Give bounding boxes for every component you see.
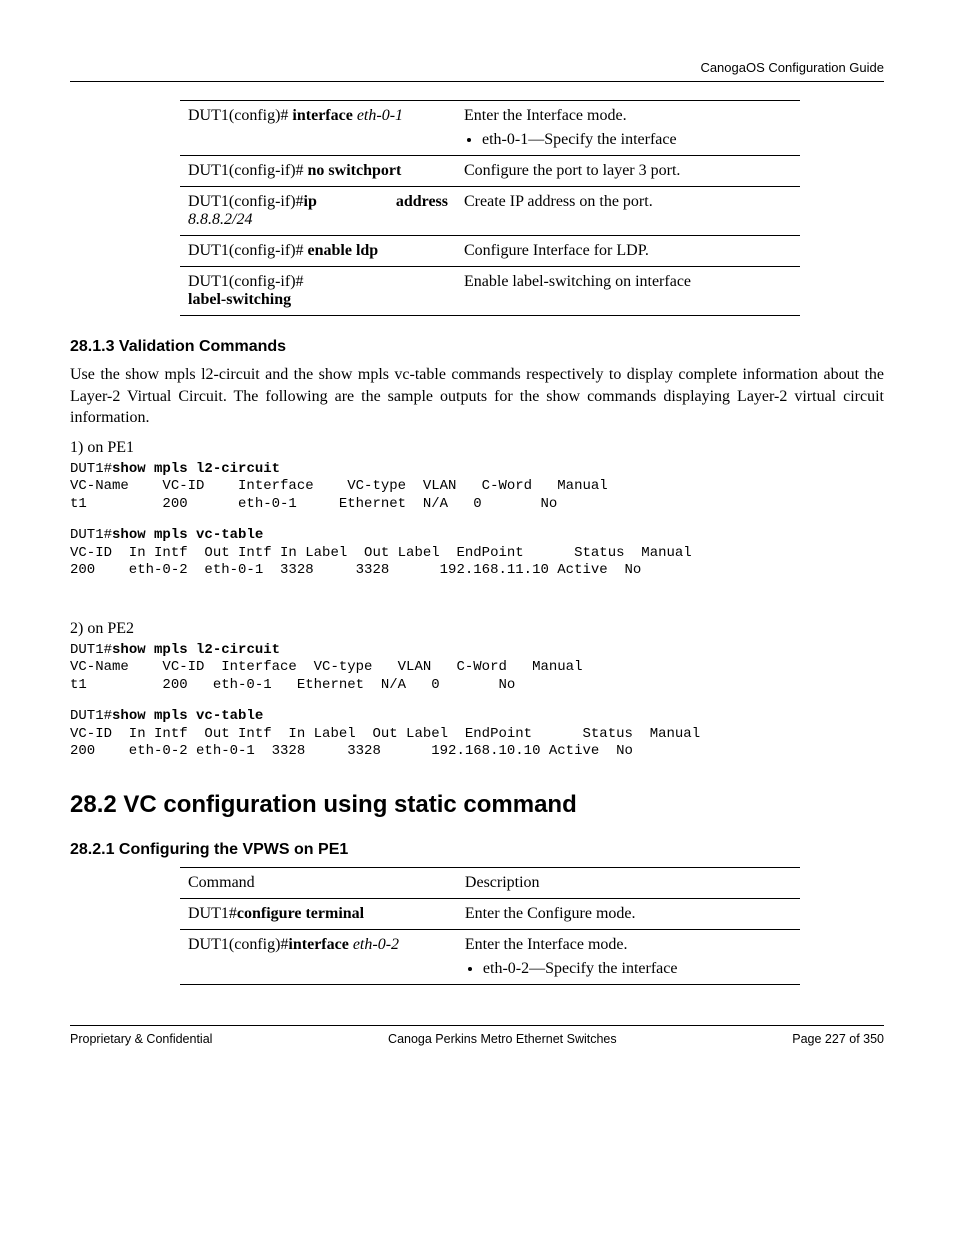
cmd-bold: configure terminal [237,905,364,922]
cmd-desc: Configure Interface for LDP. [456,236,800,267]
table-header-row: Command Description [180,867,800,898]
cmd-bold: ip [304,193,317,210]
table-row: DUT1(config-if)#ip address 8.8.8.2/24 Cr… [180,187,800,236]
cmd-bullet: eth-0-1—Specify the interface [482,131,792,149]
table-row: DUT1(config)#interface eth-0-2 Enter the… [180,929,800,984]
command-table-1: DUT1(config)# interface eth-0-1 Enter th… [180,100,800,316]
cmd-italic: eth-0-2 [349,936,399,953]
col-header-description: Description [457,867,800,898]
section-heading-28-2-1: 28.2.1 Configuring the VPWS on PE1 [70,841,884,859]
cmd-bold: interface [292,107,352,124]
table-row: DUT1(config-if)# label-switching Enable … [180,267,800,316]
table-row: DUT1(config-if)# enable ldp Configure In… [180,236,800,267]
page-footer: Proprietary & Confidential Canoga Perkin… [70,1025,884,1046]
pe2-output-2: DUT1#show mpls vc-table VC-ID In Intf Ou… [70,708,884,761]
pe2-output-1: DUT1#show mpls l2-circuit VC-Name VC-ID … [70,642,884,695]
cmd-italic: 8.8.8.2/24 [188,211,448,229]
pe1-output-2: DUT1#show mpls vc-table VC-ID In Intf Ou… [70,527,884,580]
pe2-label: 2) on PE2 [70,620,884,638]
cmd-prefix: DUT1(config-if)# [188,273,448,291]
cmd-italic: eth-0-1 [353,107,403,124]
header-rule [70,81,884,82]
footer-right: Page 227 of 350 [792,1032,884,1046]
section-heading-28-2: 28.2 VC configuration using static comma… [70,791,884,819]
cmd-bold: enable ldp [308,242,379,259]
cmd-prefix: DUT1# [188,905,237,922]
cmd-prefix: DUT1(config-if)# [188,193,304,210]
section-heading-28-1-3: 28.1.3 Validation Commands [70,338,884,356]
cmd-desc: Enter the Configure mode. [457,898,800,929]
command-table-2: Command Description DUT1#configure termi… [180,867,800,985]
footer-left: Proprietary & Confidential [70,1032,212,1046]
cmd-prefix: DUT1(config)# [188,107,292,124]
cmd-desc: Enter the Interface mode. [465,936,792,954]
cmd-desc: Enable label-switching on interface [456,267,800,316]
table-row: DUT1#configure terminal Enter the Config… [180,898,800,929]
section-para: Use the show mpls l2-circuit and the sho… [70,364,884,429]
pe1-label: 1) on PE1 [70,439,884,457]
cmd-desc: Configure the port to layer 3 port. [456,156,800,187]
cmd-prefix: DUT1(config)# [188,936,288,953]
page-header: CanogaOS Configuration Guide [70,60,884,81]
table-row: DUT1(config-if)# no switchport Configure… [180,156,800,187]
col-header-command: Command [180,867,457,898]
cmd-desc: Enter the Interface mode. [464,107,792,125]
cmd-desc: Create IP address on the port. [456,187,800,236]
cmd-bold: address [396,193,448,211]
pe1-output-1: DUT1#show mpls l2-circuit VC-Name VC-ID … [70,461,884,514]
cmd-prefix: DUT1(config-if)# [188,242,308,259]
cmd-bold: label-switching [188,291,448,309]
cmd-bold: interface [288,936,348,953]
table-row: DUT1(config)# interface eth-0-1 Enter th… [180,101,800,156]
cmd-prefix: DUT1(config-if)# [188,162,308,179]
footer-center: Canoga Perkins Metro Ethernet Switches [388,1032,617,1046]
cmd-bullet: eth-0-2—Specify the interface [483,960,792,978]
cmd-bold: no switchport [308,162,402,179]
